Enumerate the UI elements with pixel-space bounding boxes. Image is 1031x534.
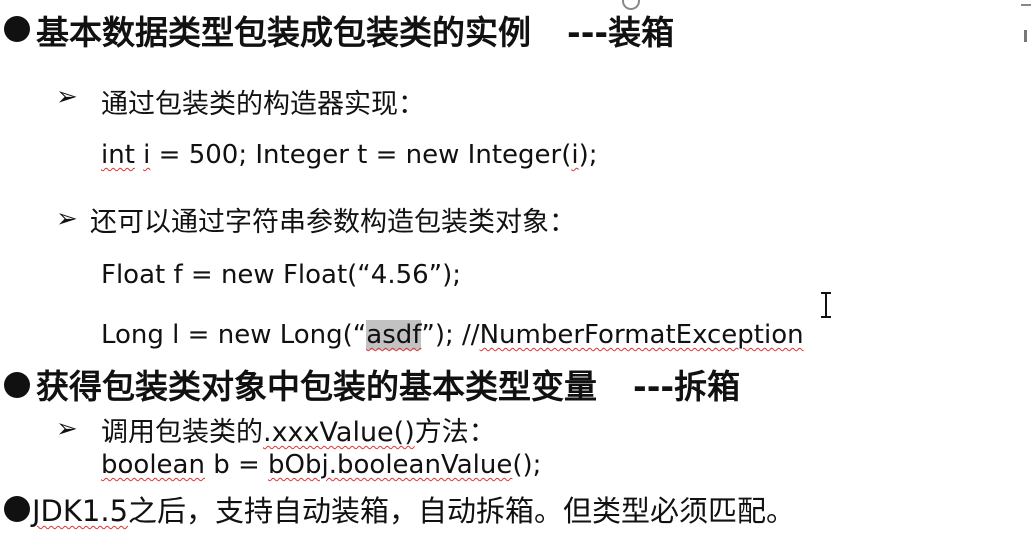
heading-suffix: ---拆箱 xyxy=(633,367,741,406)
heading-text: 基本数据类型包装成包装类的实例 xyxy=(36,13,531,52)
arrow-bullet-icon: ➢ xyxy=(56,82,78,112)
code-line: boolean b = bObj.booleanValue(); xyxy=(101,450,542,480)
heading-suffix: ---装箱 xyxy=(567,13,675,52)
list-item: 调用包装类的.xxxValue()方法： xyxy=(101,417,496,448)
bullet-icon xyxy=(4,372,30,398)
text-cursor-icon xyxy=(821,292,831,318)
bullet-icon xyxy=(4,496,30,522)
code-line: int i = 500; Integer t = new Integer(i); xyxy=(101,140,598,170)
bullet-icon xyxy=(4,16,30,42)
section-heading-boxing: 基本数据类型包装成包装类的实例 ---装箱 xyxy=(36,6,674,54)
code-line: Float f = new Float(“4.56”); xyxy=(101,260,462,290)
window-edge-mark xyxy=(1021,4,1031,6)
heading-text: 获得包装类对象中包装的基本类型变量 xyxy=(36,367,597,406)
list-item: 通过包装类的构造器实现： xyxy=(101,89,425,120)
jdk-note: JDK1.5之后，支持自动装箱，自动拆箱。但类型必须匹配。 xyxy=(32,494,796,528)
list-item: 还可以通过字符串参数构造包装类对象： xyxy=(90,207,576,238)
edge-marker xyxy=(1024,30,1027,42)
selected-text[interactable]: asdf xyxy=(366,320,422,350)
arrow-bullet-icon: ➢ xyxy=(56,414,78,444)
arrow-bullet-icon: ➢ xyxy=(56,204,78,234)
section-heading-unboxing: 获得包装类对象中包装的基本类型变量 ---拆箱 xyxy=(36,360,740,408)
code-line: Long l = new Long(“asdf”); //NumberForma… xyxy=(101,320,804,350)
